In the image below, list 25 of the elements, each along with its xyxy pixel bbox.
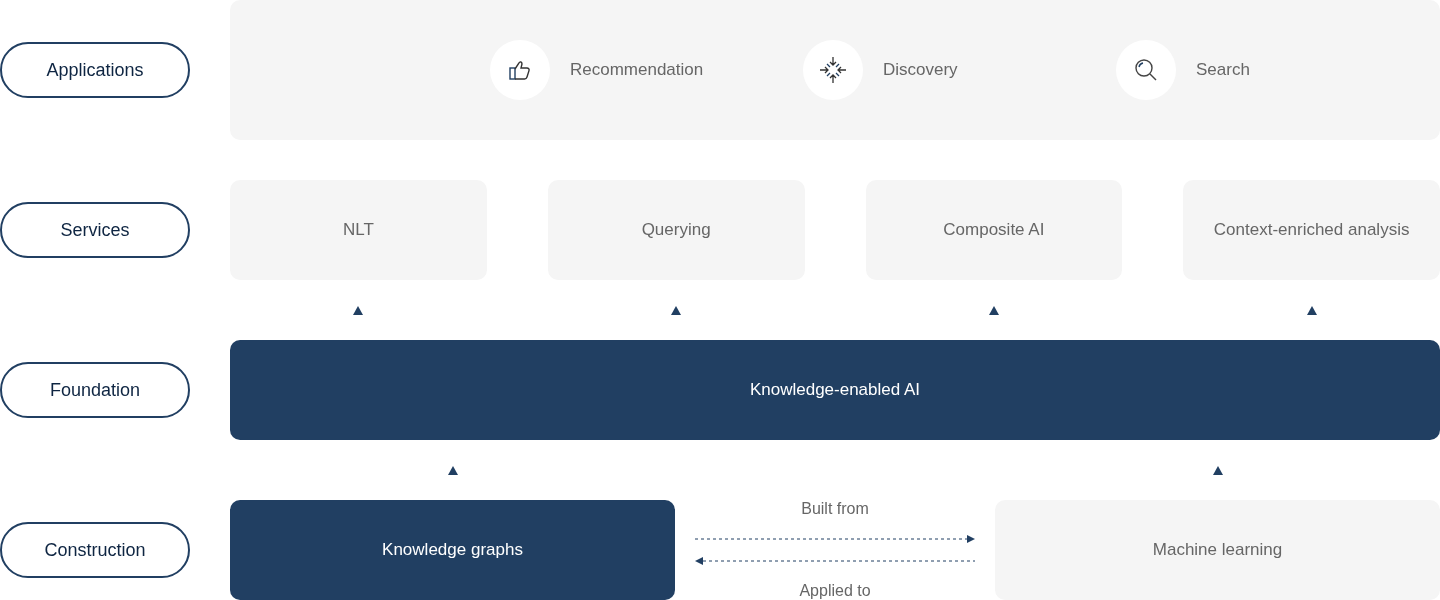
layer-label: Services bbox=[0, 202, 190, 258]
application-label: Discovery bbox=[883, 60, 958, 80]
up-arrow-icon bbox=[1212, 465, 1223, 475]
service-box: NLT bbox=[230, 180, 487, 280]
up-arrow-icon bbox=[1306, 305, 1317, 315]
service-box: Composite AI bbox=[865, 180, 1123, 280]
service-box: Context-enriched analysis bbox=[1183, 180, 1440, 280]
foundation-box: Knowledge-enabled AI bbox=[230, 340, 1440, 440]
up-arrow-icon bbox=[671, 305, 682, 315]
service-box: Querying bbox=[547, 180, 805, 280]
construction-box: Machine learning bbox=[995, 500, 1440, 600]
search-icon bbox=[1133, 57, 1159, 83]
layer-label: Applications bbox=[0, 42, 190, 98]
converging-arrows-icon bbox=[818, 55, 848, 85]
arrow-label: Applied to bbox=[799, 582, 871, 600]
up-arrow-icon bbox=[353, 305, 364, 315]
arrow-label: Built from bbox=[801, 500, 869, 518]
construction-box: Knowledge graphs bbox=[230, 500, 675, 600]
layer-label: Foundation bbox=[0, 362, 190, 418]
up-arrow-icon bbox=[988, 305, 999, 315]
layer-label: Construction bbox=[0, 522, 190, 578]
thumbs-up-icon bbox=[508, 58, 532, 82]
application-label: Search bbox=[1196, 60, 1250, 80]
application-label: Recommendation bbox=[570, 60, 704, 80]
up-arrow-icon bbox=[447, 465, 458, 475]
